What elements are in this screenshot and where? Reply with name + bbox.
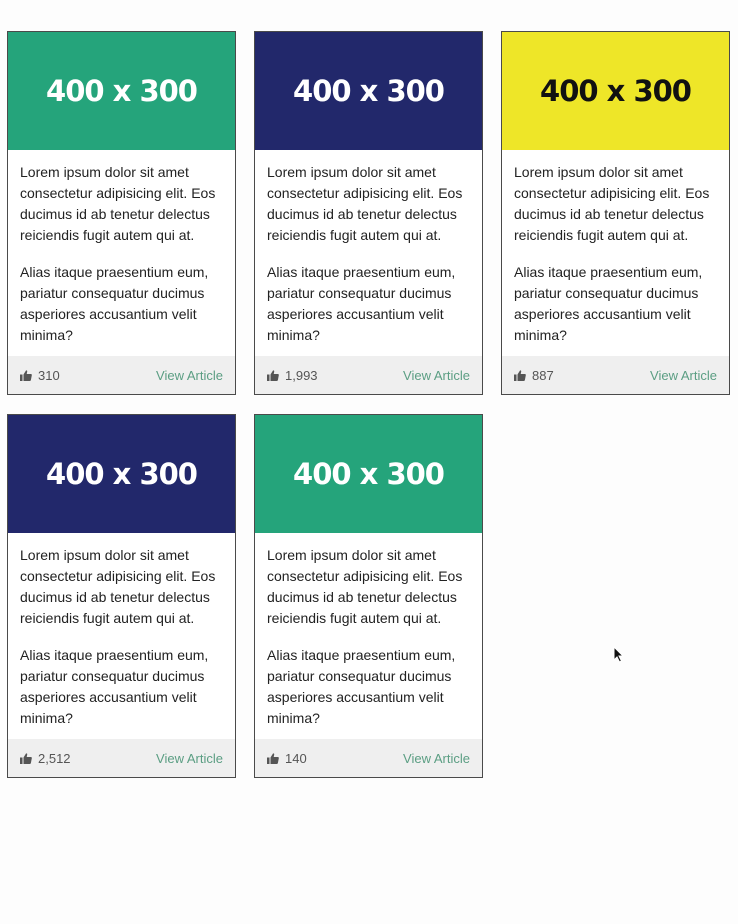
- card-body: Lorem ipsum dolor sit amet consectetur a…: [255, 150, 482, 346]
- view-article-link[interactable]: View Article: [156, 368, 223, 383]
- card-image-label: 400 x 300: [540, 74, 692, 108]
- card-image-placeholder: 400 x 300: [8, 32, 235, 150]
- view-article-link[interactable]: View Article: [403, 751, 470, 766]
- card-body: Lorem ipsum dolor sit amet consectetur a…: [255, 533, 482, 729]
- card-paragraph: Lorem ipsum dolor sit amet consectetur a…: [267, 164, 463, 243]
- like-count-value: 2,512: [38, 750, 71, 766]
- card-image-label: 400 x 300: [46, 74, 198, 108]
- thumbs-up-icon: [20, 752, 32, 764]
- card-footer: 887 View Article: [502, 356, 729, 394]
- article-card: 400 x 300 Lorem ipsum dolor sit amet con…: [7, 31, 236, 395]
- article-card: 400 x 300 Lorem ipsum dolor sit amet con…: [501, 31, 730, 395]
- thumbs-up-icon: [514, 369, 526, 381]
- view-article-link[interactable]: View Article: [650, 368, 717, 383]
- card-paragraph: Alias itaque praesentium eum, pariatur c…: [514, 264, 703, 343]
- card-image-label: 400 x 300: [293, 74, 445, 108]
- like-count[interactable]: 310: [20, 368, 60, 383]
- card-paragraph: Alias itaque praesentium eum, pariatur c…: [20, 647, 209, 726]
- article-card-grid: 400 x 300 Lorem ipsum dolor sit amet con…: [0, 0, 738, 924]
- like-count-value: 1,993: [285, 367, 318, 383]
- card-image-placeholder: 400 x 300: [255, 415, 482, 533]
- card-image-placeholder: 400 x 300: [502, 32, 729, 150]
- view-article-link[interactable]: View Article: [403, 368, 470, 383]
- like-count-value: 887: [532, 367, 554, 383]
- card-footer: 310 View Article: [8, 356, 235, 394]
- card-image-label: 400 x 300: [46, 457, 198, 491]
- like-count[interactable]: 887: [514, 368, 554, 383]
- card-paragraph: Alias itaque praesentium eum, pariatur c…: [20, 264, 209, 343]
- card-image-placeholder: 400 x 300: [8, 415, 235, 533]
- like-count-value: 310: [38, 367, 60, 383]
- card-image-label: 400 x 300: [293, 457, 445, 491]
- card-body: Lorem ipsum dolor sit amet consectetur a…: [8, 150, 235, 346]
- card-paragraph: Lorem ipsum dolor sit amet consectetur a…: [20, 547, 216, 626]
- thumbs-up-icon: [267, 369, 279, 381]
- card-footer: 140 View Article: [255, 739, 482, 777]
- thumbs-up-icon: [20, 369, 32, 381]
- mouse-cursor-icon: [613, 646, 624, 663]
- article-card: 400 x 300 Lorem ipsum dolor sit amet con…: [7, 414, 236, 778]
- like-count[interactable]: 2,512: [20, 751, 71, 766]
- card-body: Lorem ipsum dolor sit amet consectetur a…: [8, 533, 235, 729]
- article-card: 400 x 300 Lorem ipsum dolor sit amet con…: [254, 414, 483, 778]
- view-article-link[interactable]: View Article: [156, 751, 223, 766]
- article-card: 400 x 300 Lorem ipsum dolor sit amet con…: [254, 31, 483, 395]
- card-paragraph: Lorem ipsum dolor sit amet consectetur a…: [514, 164, 710, 243]
- thumbs-up-icon: [267, 752, 279, 764]
- like-count[interactable]: 1,993: [267, 368, 318, 383]
- card-paragraph: Lorem ipsum dolor sit amet consectetur a…: [267, 547, 463, 626]
- card-footer: 2,512 View Article: [8, 739, 235, 777]
- card-image-placeholder: 400 x 300: [255, 32, 482, 150]
- card-paragraph: Alias itaque praesentium eum, pariatur c…: [267, 264, 456, 343]
- card-paragraph: Alias itaque praesentium eum, pariatur c…: [267, 647, 456, 726]
- card-paragraph: Lorem ipsum dolor sit amet consectetur a…: [20, 164, 216, 243]
- like-count-value: 140: [285, 750, 307, 766]
- like-count[interactable]: 140: [267, 751, 307, 766]
- card-footer: 1,993 View Article: [255, 356, 482, 394]
- card-body: Lorem ipsum dolor sit amet consectetur a…: [502, 150, 729, 346]
